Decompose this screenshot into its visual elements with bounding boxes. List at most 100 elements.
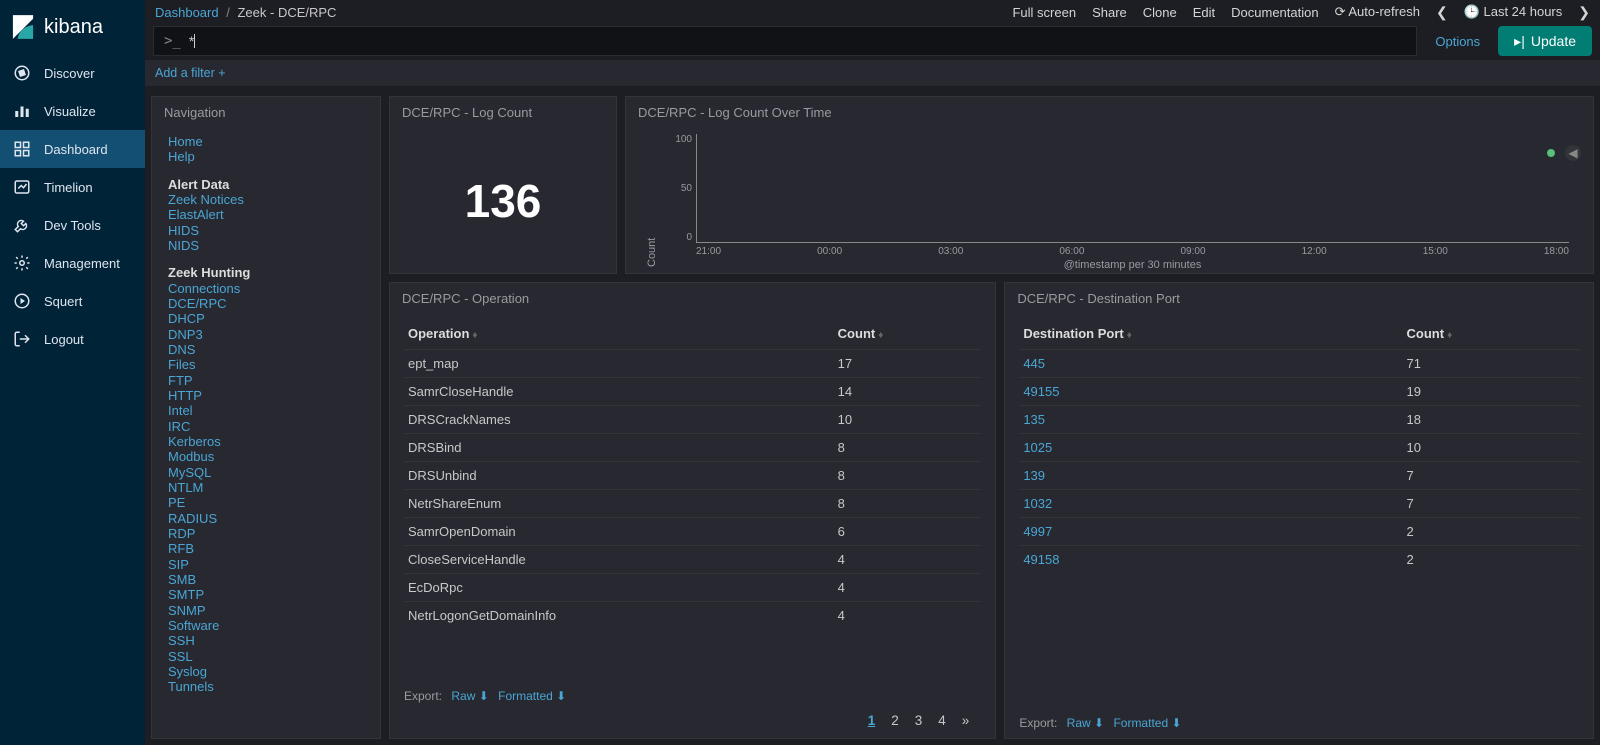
nav-link[interactable]: DNP3 [168, 327, 364, 342]
nav-link-help[interactable]: Help [168, 149, 364, 164]
table-row[interactable]: 49972 [1019, 518, 1579, 546]
nav-link[interactable]: Zeek Notices [168, 192, 364, 207]
nav-link[interactable]: Intel [168, 403, 364, 418]
page-1[interactable]: 1 [860, 711, 884, 730]
table-row[interactable]: DRSUnbind8 [404, 462, 981, 490]
page-3[interactable]: 3 [907, 711, 931, 730]
cell-port[interactable]: 49155 [1019, 378, 1402, 406]
export-formatted-link[interactable]: Formatted ⬇ [1113, 716, 1181, 730]
nav-link[interactable]: DNS [168, 342, 364, 357]
nav-link[interactable]: Modbus [168, 449, 364, 464]
chart-plot-area[interactable]: 100500 21:0000:0003:0006:0009:0012:0015:… [664, 134, 1569, 267]
nav-link[interactable]: Software [168, 618, 364, 633]
nav-link[interactable]: Connections [168, 281, 364, 296]
nav-link[interactable]: HIDS [168, 223, 364, 238]
time-next-icon[interactable]: ❯ [1578, 4, 1590, 21]
cell-port[interactable]: 1032 [1019, 490, 1402, 518]
table-row[interactable]: DRSBind8 [404, 434, 981, 462]
col-operation[interactable]: Operation♦ [404, 318, 834, 350]
time-range-link[interactable]: 🕒 Last 24 hours [1464, 4, 1563, 20]
col-destport[interactable]: Destination Port♦ [1019, 318, 1402, 350]
clone-link[interactable]: Clone [1143, 5, 1177, 20]
nav-link[interactable]: NIDS [168, 238, 364, 253]
cell-port[interactable]: 4997 [1019, 518, 1402, 546]
nav-link[interactable]: Syslog [168, 664, 364, 679]
nav-link[interactable]: FTP [168, 373, 364, 388]
update-button[interactable]: ▸| Update [1498, 26, 1592, 56]
table-row[interactable]: SamrCloseHandle14 [404, 378, 981, 406]
query-input[interactable]: >_ * [153, 26, 1417, 56]
nav-link[interactable]: Tunnels [168, 679, 364, 694]
sidebar-item-devtools[interactable]: Dev Tools [0, 206, 145, 244]
sidebar-item-timelion[interactable]: Timelion [0, 168, 145, 206]
nav-link[interactable]: NTLM [168, 480, 364, 495]
cell-port[interactable]: 49158 [1019, 546, 1402, 574]
brand-logo[interactable]: kibana [0, 0, 145, 54]
nav-link[interactable]: RDP [168, 526, 364, 541]
sidebar-item-management[interactable]: Management [0, 244, 145, 282]
fullscreen-link[interactable]: Full screen [1012, 5, 1076, 20]
table-row[interactable]: NetrLogonGetDomainInfo4 [404, 602, 981, 630]
add-filter-link[interactable]: Add a filter + [155, 66, 226, 80]
nav-link[interactable]: IRC [168, 419, 364, 434]
nav-link[interactable]: Files [168, 357, 364, 372]
page-»[interactable]: » [954, 711, 978, 730]
sidebar-item-discover[interactable]: Discover [0, 54, 145, 92]
table-row[interactable]: SamrOpenDomain6 [404, 518, 981, 546]
kibana-icon [12, 14, 34, 40]
table-row[interactable]: 102510 [1019, 434, 1579, 462]
cell-port[interactable]: 1025 [1019, 434, 1402, 462]
col-count[interactable]: Count♦ [834, 318, 982, 350]
sidebar-item-squert[interactable]: Squert [0, 282, 145, 320]
edit-link[interactable]: Edit [1193, 5, 1215, 20]
auto-refresh-link[interactable]: ⟳ Auto-refresh [1335, 4, 1420, 20]
nav-link[interactable]: RADIUS [168, 511, 364, 526]
table-row[interactable]: 10327 [1019, 490, 1579, 518]
col-count[interactable]: Count♦ [1403, 318, 1579, 350]
share-link[interactable]: Share [1092, 5, 1127, 20]
table-row[interactable]: EcDoRpc4 [404, 574, 981, 602]
table-row[interactable]: 44571 [1019, 350, 1579, 378]
sidebar-item-dashboard[interactable]: Dashboard [0, 130, 145, 168]
nav-link[interactable]: SMB [168, 572, 364, 587]
nav-link[interactable]: RFB [168, 541, 364, 556]
page-4[interactable]: 4 [930, 711, 954, 730]
nav-link[interactable]: PE [168, 495, 364, 510]
nav-link[interactable]: Kerberos [168, 434, 364, 449]
sidebar-item-visualize[interactable]: Visualize [0, 92, 145, 130]
time-prev-icon[interactable]: ❮ [1436, 4, 1448, 21]
nav-link[interactable]: SMTP [168, 587, 364, 602]
cell-port[interactable]: 135 [1019, 406, 1402, 434]
nav-link[interactable]: SNMP [168, 603, 364, 618]
documentation-link[interactable]: Documentation [1231, 5, 1318, 20]
table-row[interactable]: 4915519 [1019, 378, 1579, 406]
table-row[interactable]: 491582 [1019, 546, 1579, 574]
top-actions: Full screen Share Clone Edit Documentati… [1012, 4, 1590, 21]
sidebar-item-logout[interactable]: Logout [0, 320, 145, 358]
nav-link[interactable]: ElastAlert [168, 207, 364, 222]
table-row[interactable]: CloseServiceHandle4 [404, 546, 981, 574]
page-2[interactable]: 2 [883, 711, 907, 730]
export-formatted-link[interactable]: Formatted ⬇ [498, 689, 566, 703]
devtools-icon [12, 215, 32, 235]
table-row[interactable]: ept_map17 [404, 350, 981, 378]
breadcrumb-root[interactable]: Dashboard [155, 5, 219, 20]
cell-port[interactable]: 445 [1019, 350, 1402, 378]
nav-link[interactable]: SIP [168, 557, 364, 572]
export-raw-link[interactable]: Raw ⬇ [451, 689, 488, 703]
options-link[interactable]: Options [1425, 26, 1490, 56]
nav-link-home[interactable]: Home [168, 134, 364, 149]
cell-port[interactable]: 139 [1019, 462, 1402, 490]
nav-link[interactable]: HTTP [168, 388, 364, 403]
export-raw-link[interactable]: Raw ⬇ [1067, 716, 1104, 730]
nav-link[interactable]: SSL [168, 649, 364, 664]
nav-link[interactable]: DHCP [168, 311, 364, 326]
nav-link[interactable]: SSH [168, 633, 364, 648]
nav-link[interactable]: MySQL [168, 465, 364, 480]
table-row[interactable]: 1397 [1019, 462, 1579, 490]
table-row[interactable]: DRSCrackNames10 [404, 406, 981, 434]
nav-link[interactable]: DCE/RPC [168, 296, 364, 311]
table-row[interactable]: NetrShareEnum8 [404, 490, 981, 518]
table-row[interactable]: 13518 [1019, 406, 1579, 434]
log-count-over-time-panel: DCE/RPC - Log Count Over Time ◀ Count 10… [625, 96, 1594, 274]
